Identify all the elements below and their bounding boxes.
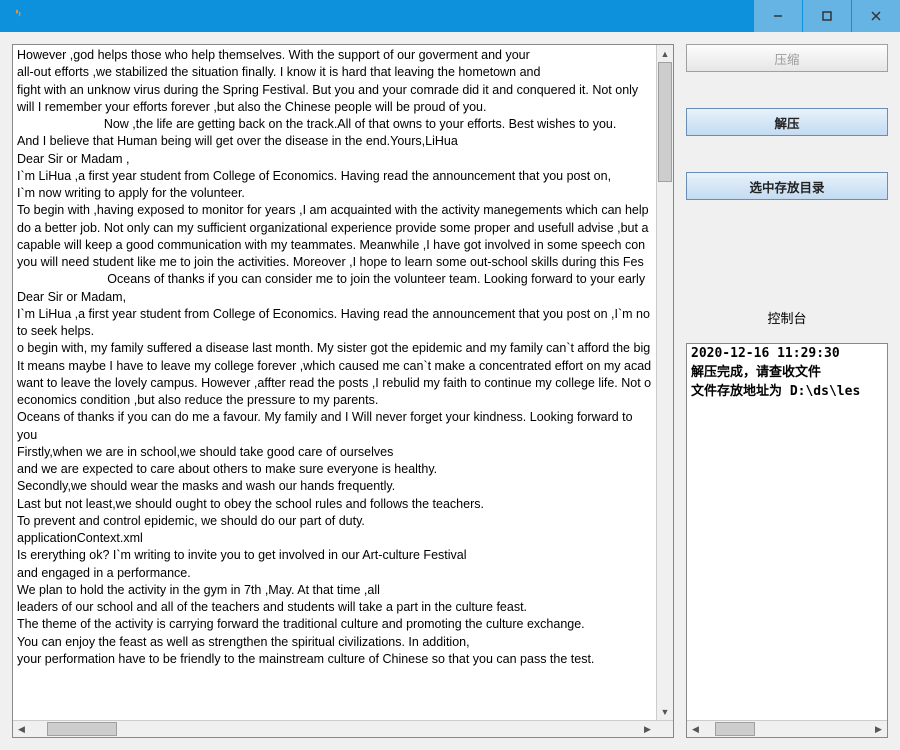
console-line: 文件存放地址为 D:\ds\les — [691, 384, 860, 399]
scroll-right-icon[interactable]: ▶ — [870, 721, 887, 737]
scroll-up-icon[interactable]: ▲ — [657, 45, 673, 62]
console-line: 2020-12-16 11:29:30 — [691, 346, 840, 361]
compress-button: 压缩 — [686, 44, 888, 72]
maximize-button[interactable] — [803, 0, 851, 32]
scroll-corner — [656, 721, 673, 737]
scroll-thumb-h[interactable] — [715, 722, 755, 736]
vertical-scrollbar[interactable]: ▲ ▼ — [656, 45, 673, 720]
scroll-thumb-h[interactable] — [47, 722, 117, 736]
right-panel: 压缩 解压 选中存放目录 控制台 2020-12-16 11:29:30 解压完… — [686, 44, 888, 738]
titlebar — [0, 0, 900, 32]
console-panel: 2020-12-16 11:29:30 解压完成，请查收文件 文件存放地址为 D… — [686, 343, 888, 738]
content-area: However ,god helps those who help themse… — [0, 32, 900, 750]
console-output[interactable]: 2020-12-16 11:29:30 解压完成，请查收文件 文件存放地址为 D… — [687, 344, 887, 720]
close-button[interactable] — [852, 0, 900, 32]
console-label: 控制台 — [686, 308, 888, 327]
java-icon — [8, 7, 26, 25]
main-text-panel: However ,god helps those who help themse… — [12, 44, 674, 738]
main-text-area[interactable]: However ,god helps those who help themse… — [13, 45, 673, 720]
scroll-down-icon[interactable]: ▼ — [657, 703, 673, 720]
decompress-button[interactable]: 解压 — [686, 108, 888, 136]
scroll-left-icon[interactable]: ◀ — [687, 721, 704, 737]
scroll-left-icon[interactable]: ◀ — [13, 721, 30, 737]
select-dir-button[interactable]: 选中存放目录 — [686, 172, 888, 200]
minimize-button[interactable] — [754, 0, 802, 32]
console-horizontal-scrollbar[interactable]: ◀ ▶ — [687, 720, 887, 737]
scroll-right-icon[interactable]: ▶ — [639, 721, 656, 737]
scroll-thumb[interactable] — [658, 62, 672, 182]
console-line: 解压完成，请查收文件 — [691, 365, 821, 380]
horizontal-scrollbar[interactable]: ◀ ▶ — [13, 720, 673, 737]
